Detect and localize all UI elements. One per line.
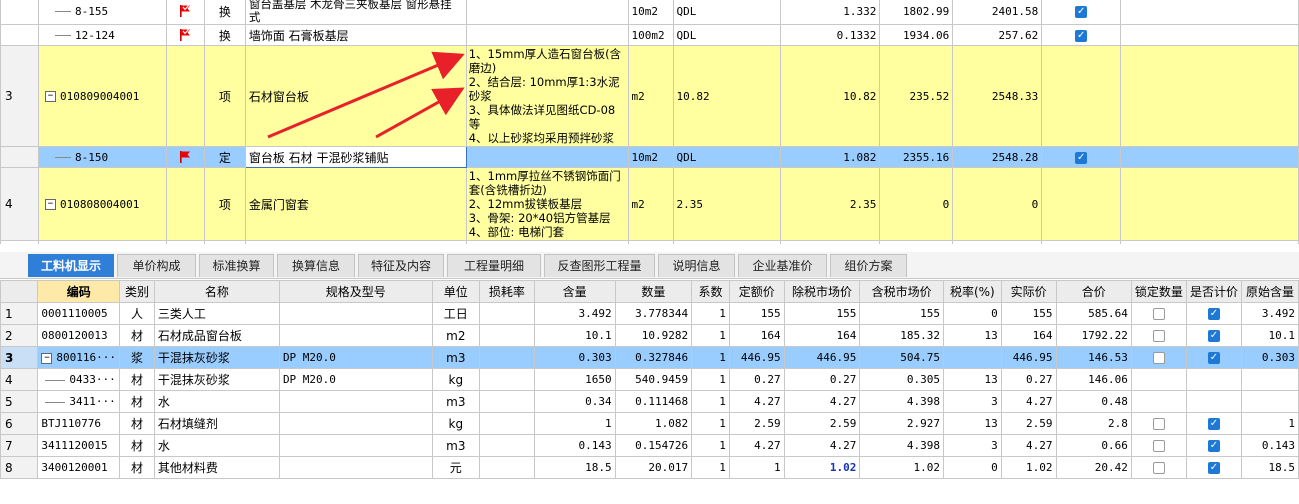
col-category[interactable]: 类别 <box>119 280 155 303</box>
collapse-icon[interactable]: − <box>41 352 53 364</box>
lock-checkbox-icon[interactable] <box>1152 352 1165 364</box>
col-quantity[interactable]: 数量 <box>614 280 693 303</box>
annotation-arrow <box>267 51 465 139</box>
material-child-row[interactable]: 4 0433··· 材 干混抹灰砂浆 DP M20.0 kg 1650 540.… <box>0 368 1299 391</box>
material-code[interactable]: 0001110005 <box>37 302 121 325</box>
material-code[interactable]: 3400120001 <box>37 456 121 479</box>
col-original-content[interactable]: 原始含量 <box>1240 280 1299 303</box>
material-row[interactable]: 6 BTJ110776 材 石材填缝剂 kg 1 1.082 1 2.59 2.… <box>0 412 1299 435</box>
col-content[interactable]: 含量 <box>533 280 616 303</box>
col-market-price-tax[interactable]: 含税市场价 <box>859 280 944 303</box>
col-total[interactable]: 合价 <box>1055 280 1132 303</box>
lock-checkbox-icon[interactable] <box>1152 462 1165 474</box>
material-row[interactable]: 8 3400120001 材 其他材料费 元 18.5 20.017 1 1 1… <box>0 456 1299 479</box>
tab-conversion-info[interactable]: 换算信息 <box>277 254 355 277</box>
material-header-row: 编码 类别 名称 规格及型号 单位 损耗率 含量 数量 系数 定额价 除税市场价… <box>0 280 1299 303</box>
material-name[interactable]: 水 <box>153 434 280 457</box>
material-name[interactable]: 干混抹灰砂浆 <box>153 368 280 391</box>
col-code[interactable]: 编码 <box>37 280 121 303</box>
check-icon[interactable]: ✓ <box>1207 440 1220 452</box>
tab-unit-price[interactable]: 单价构成 <box>117 254 196 277</box>
check-icon[interactable]: ✓ <box>1207 308 1220 320</box>
material-name[interactable]: 水 <box>153 390 280 413</box>
col-market-price[interactable]: 除税市场价 <box>783 280 861 303</box>
col-name[interactable]: 名称 <box>153 280 280 303</box>
lock-checkbox-icon[interactable] <box>1152 418 1165 430</box>
annotation-arrow <box>375 87 465 139</box>
tab-quantity-detail[interactable]: 工程量明细 <box>447 254 541 277</box>
check-icon[interactable]: ✓ <box>1207 330 1220 342</box>
tab-description[interactable]: 说明信息 <box>658 254 735 277</box>
check-icon[interactable]: ✓ <box>1207 418 1220 430</box>
tab-labor-material[interactable]: 工料机显示 <box>28 254 114 277</box>
material-code[interactable]: 3411··· <box>37 390 121 413</box>
material-row-selected[interactable]: 3 −800116··· 浆 干混抹灰砂浆 DP M20.0 m3 0.303 … <box>0 346 1299 369</box>
tab-pricing-scheme[interactable]: 组价方案 <box>830 254 907 277</box>
tab-reverse-graphic[interactable]: 反查图形工程量 <box>544 254 655 277</box>
col-quota-price[interactable]: 定额价 <box>728 280 785 303</box>
col-priced[interactable]: 是否计价 <box>1185 280 1242 303</box>
modified-market-price[interactable]: 1.02 <box>783 456 861 479</box>
col-loss-rate[interactable]: 损耗率 <box>479 280 535 303</box>
col-spec[interactable]: 规格及型号 <box>278 280 433 303</box>
col-tax-rate[interactable]: 税率(%) <box>942 280 1002 303</box>
col-actual-price[interactable]: 实际价 <box>1000 280 1057 303</box>
lock-checkbox-icon[interactable] <box>1152 330 1165 342</box>
col-coefficient[interactable]: 系数 <box>691 280 730 303</box>
material-name[interactable]: 其他材料费 <box>153 456 280 479</box>
material-row[interactable]: 7 3411120015 材 水 m3 0.143 0.154726 1 4.2… <box>0 434 1299 457</box>
check-icon[interactable]: ✓ <box>1207 352 1220 364</box>
tab-features[interactable]: 特征及内容 <box>358 254 444 277</box>
material-code[interactable]: −800116··· <box>37 346 121 369</box>
material-table: 编码 类别 名称 规格及型号 单位 损耗率 含量 数量 系数 定额价 除税市场价… <box>0 280 1299 479</box>
material-name[interactable]: 三类人工 <box>153 302 280 325</box>
lock-checkbox-icon[interactable] <box>1152 440 1165 452</box>
tab-bar: 工料机显示 单价构成 标准换算 换算信息 特征及内容 工程量明细 反查图形工程量… <box>0 252 1299 279</box>
tab-standard-conversion[interactable]: 标准换算 <box>199 254 274 277</box>
material-row[interactable]: 2 0800120013 材 石材成品窗台板 m2 10.1 10.9282 1… <box>0 324 1299 347</box>
material-name[interactable]: 石材填缝剂 <box>153 412 280 435</box>
check-icon[interactable]: ✓ <box>1207 462 1220 474</box>
quota-grid: 8-155 换 窗台盖基层 木龙骨三夹板基层 窗形悬挂式 10m2 QDL 1.… <box>0 0 1299 244</box>
annotation-arrows <box>267 51 465 139</box>
material-code[interactable]: 0433··· <box>37 368 121 391</box>
material-row[interactable]: 1 0001110005 人 三类人工 工日 3.492 3.778344 1 … <box>0 302 1299 325</box>
material-name[interactable]: 干混抹灰砂浆 <box>153 346 280 369</box>
material-child-row[interactable]: 5 3411··· 材 水 m3 0.34 0.111468 1 4.27 4.… <box>0 390 1299 413</box>
material-code[interactable]: 0800120013 <box>37 324 121 347</box>
col-unit[interactable]: 单位 <box>431 280 481 303</box>
col-lock-qty[interactable]: 锁定数量 <box>1130 280 1187 303</box>
material-grid: 编码 类别 名称 规格及型号 单位 损耗率 含量 数量 系数 定额价 除税市场价… <box>0 280 1299 504</box>
lock-checkbox-icon[interactable] <box>1152 308 1165 320</box>
material-code[interactable]: 3411120015 <box>37 434 121 457</box>
material-code[interactable]: BTJ110776 <box>37 412 121 435</box>
material-name[interactable]: 石材成品窗台板 <box>153 324 280 347</box>
tab-enterprise-price[interactable]: 企业基准价 <box>738 254 827 277</box>
